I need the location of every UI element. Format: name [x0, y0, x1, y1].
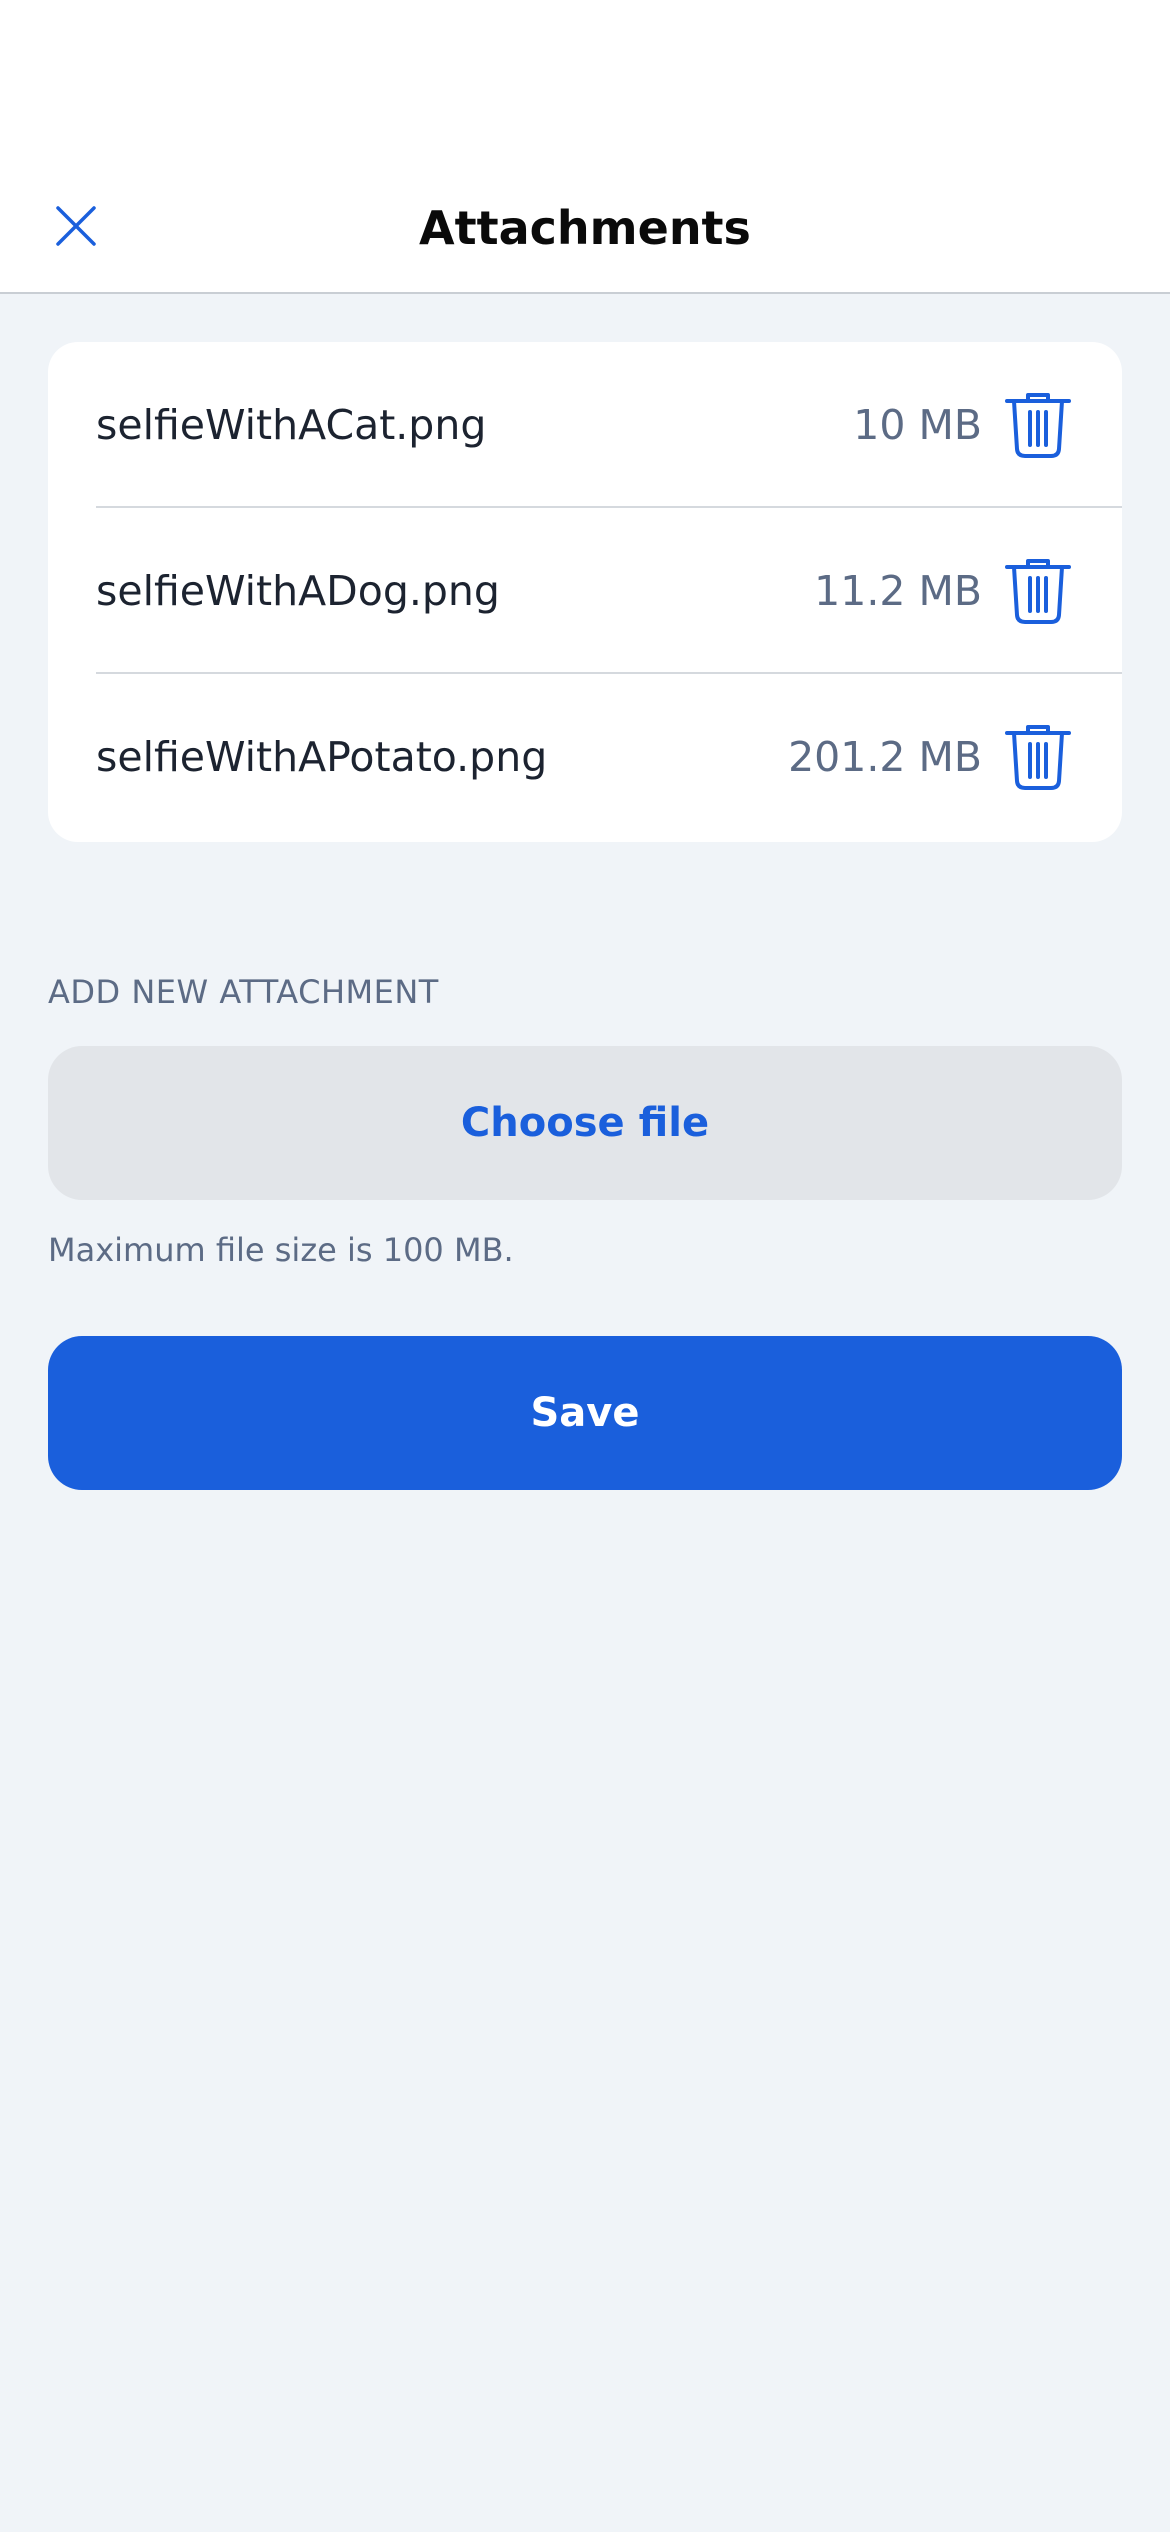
choose-file-button[interactable]: Choose file — [48, 1046, 1122, 1200]
attachment-size: 10 MB — [853, 401, 982, 449]
attachment-row: selfieWithAPotato.png 201.2 MB — [48, 674, 1122, 840]
attachments-list: selfieWithACat.png 10 MB selfieWithADog.… — [48, 342, 1122, 842]
save-button[interactable]: Save — [48, 1336, 1122, 1490]
delete-attachment-button[interactable] — [998, 551, 1078, 631]
trash-icon — [1005, 725, 1071, 790]
trash-icon — [1005, 393, 1071, 458]
delete-attachment-button[interactable] — [998, 717, 1078, 797]
attachment-row: selfieWithACat.png 10 MB — [48, 342, 1122, 508]
attachment-size: 201.2 MB — [788, 733, 982, 781]
attachment-row: selfieWithADog.png 11.2 MB — [48, 508, 1122, 674]
trash-icon — [1005, 559, 1071, 624]
attachment-size: 11.2 MB — [814, 567, 982, 615]
attachment-name: selfieWithACat.png — [96, 401, 487, 449]
header-bar: Attachments — [0, 0, 1170, 294]
add-attachment-section-label: ADD NEW ATTACHMENT — [48, 973, 439, 1011]
delete-attachment-button[interactable] — [998, 385, 1078, 465]
attachment-name: selfieWithAPotato.png — [96, 733, 548, 781]
page-title: Attachments — [419, 201, 751, 255]
attachments-screen: Attachments selfieWithACat.png 10 MB sel… — [0, 0, 1170, 2532]
max-file-size-hint: Maximum file size is 100 MB. — [48, 1231, 514, 1269]
attachment-name: selfieWithADog.png — [96, 567, 500, 615]
